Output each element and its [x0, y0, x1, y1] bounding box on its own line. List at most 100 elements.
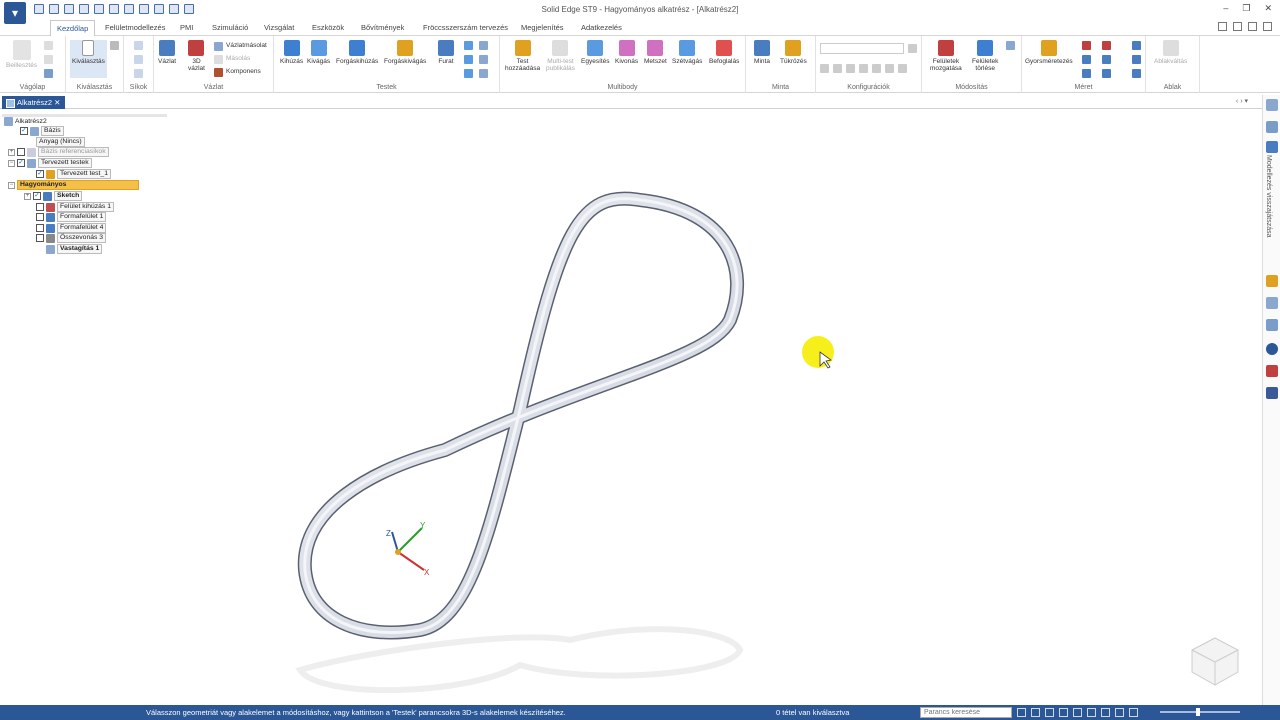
view-tool-icon[interactable] — [1101, 708, 1110, 717]
restore-icon[interactable]: ❐ — [1242, 3, 1250, 14]
config-tool-icon[interactable] — [820, 64, 829, 73]
tukrozes-button[interactable]: Tükrözés — [780, 40, 807, 65]
collapse-icon[interactable]: − — [8, 181, 15, 189]
tree-tervezett-1[interactable]: ✓ Tervezett test_1 — [36, 169, 111, 179]
round-icon[interactable] — [464, 41, 473, 50]
configuration-select[interactable] — [820, 43, 904, 54]
tab-megjelenites[interactable]: Megjelenítés — [521, 23, 564, 32]
visibility-checkbox[interactable]: ✓ — [17, 159, 25, 167]
coordinate-dimension-icon[interactable] — [1082, 69, 1091, 78]
select-filter-icon[interactable] — [110, 41, 119, 50]
tab-document[interactable]: Alkatrész2 ✕ — [2, 96, 66, 109]
vazlatmasolat-button[interactable]: Vázlatmásolat — [226, 42, 267, 49]
tree-bazis-ref[interactable]: + Bázis referenciasíkok — [8, 147, 109, 157]
visibility-checkbox[interactable] — [36, 213, 44, 221]
visibility-checkbox[interactable]: ✓ — [33, 192, 41, 200]
parallel-icon[interactable] — [1102, 55, 1111, 64]
variable-table-icon[interactable] — [1102, 69, 1111, 78]
view-tool-icon[interactable] — [1087, 708, 1096, 717]
tab-kezdolap[interactable]: Kezdőlap — [50, 20, 96, 37]
config-tool-icon[interactable] — [872, 64, 881, 73]
masolas-button[interactable]: Másolás — [226, 55, 250, 62]
dimension-icon[interactable] — [1082, 41, 1091, 50]
ablakvaltas-button[interactable]: Ablakváltás — [1154, 40, 1187, 65]
help-icon[interactable] — [1266, 343, 1278, 355]
view-cube[interactable] — [1191, 637, 1239, 686]
tools-icon[interactable] — [1266, 141, 1278, 153]
tab-adatkezeles[interactable]: Adatkezelés — [581, 23, 622, 32]
figure-eight-solid[interactable] — [297, 191, 744, 640]
rib-icon[interactable] — [479, 55, 488, 64]
copy-icon[interactable] — [44, 55, 53, 64]
vazlat-button[interactable]: Vázlat — [158, 40, 176, 65]
facebook-icon[interactable] — [1266, 387, 1278, 399]
tree-sketch[interactable]: + ✓ Sketch — [24, 191, 83, 201]
feluletek-torlese-button[interactable]: Felületek törlése — [972, 40, 998, 72]
config-tool-icon[interactable] — [859, 64, 868, 73]
kivagas-button[interactable]: Kivágás — [307, 40, 330, 65]
view-tool-icon[interactable] — [1017, 708, 1026, 717]
close-tab-icon[interactable]: ✕ — [54, 98, 60, 107]
tree-forma4[interactable]: Formafelület 4 — [36, 223, 107, 233]
minta-button[interactable]: Minta — [754, 40, 770, 65]
panel-icon[interactable] — [1248, 22, 1257, 31]
kivalasztas-button[interactable]: Kiválasztás — [70, 40, 107, 78]
minimize-icon[interactable]: – — [1223, 3, 1228, 14]
plane-angle-icon[interactable] — [134, 55, 143, 64]
layout-icon[interactable] — [1233, 22, 1242, 31]
forgaskivagas-button[interactable]: Forgáskivágás — [384, 40, 426, 65]
tree-hagyomanyos[interactable]: − Hagyományos — [8, 180, 139, 190]
visibility-checkbox[interactable] — [36, 203, 44, 211]
tab-bovitmenyek[interactable]: Bővítmények — [361, 23, 404, 32]
test-hozzaadasa-button[interactable]: Test hozzáadása — [505, 40, 540, 72]
tree-bazis[interactable]: ✓ Bázis — [20, 126, 64, 136]
command-search-input[interactable] — [920, 707, 1012, 718]
befoglalas-button[interactable]: Befoglalás — [709, 40, 739, 65]
egyesites-button[interactable]: Egyesítés — [581, 40, 610, 65]
config-tool-icon[interactable] — [846, 64, 855, 73]
tab-vizsgalat[interactable]: Vizsgálat — [264, 23, 294, 32]
metszet-button[interactable]: Metszet — [644, 40, 667, 65]
zoom-slider[interactable] — [1160, 711, 1240, 713]
zoom-slider-thumb[interactable] — [1196, 708, 1200, 716]
tab-froccs[interactable]: Fröccsszerszám tervezés — [423, 23, 508, 32]
modeling-playback-label[interactable]: Modellezés visszajátszása — [1265, 155, 1272, 237]
komponens-button[interactable]: Komponens — [226, 68, 261, 75]
properties-icon[interactable] — [1266, 319, 1278, 331]
annotation-icon[interactable] — [1132, 41, 1141, 50]
plane-icon[interactable] — [134, 41, 143, 50]
kivonas-button[interactable]: Kivonás — [615, 40, 638, 65]
tree-vastagitas[interactable]: Vastagítás 1 — [46, 244, 103, 254]
pattern-small-icon[interactable] — [479, 41, 488, 50]
beillesztes-button[interactable]: Beillesztés — [6, 40, 37, 69]
visibility-checkbox[interactable]: ✓ — [36, 170, 44, 178]
forgaskihuzas-button[interactable]: Forgáskihúzás — [336, 40, 378, 65]
furat-button[interactable]: Furat — [438, 40, 454, 65]
visibility-checkbox[interactable] — [36, 224, 44, 232]
visibility-checkbox[interactable] — [36, 234, 44, 242]
feluletek-mozgatasa-button[interactable]: Felületek mozgatása — [930, 40, 962, 72]
tab-feluletmodellezes[interactable]: Felületmodellezés — [105, 23, 165, 32]
view-tool-icon[interactable] — [1073, 708, 1082, 717]
panel-icon[interactable] — [1266, 99, 1278, 111]
relation-icon[interactable] — [1102, 41, 1111, 50]
view-tool-icon[interactable] — [1129, 708, 1138, 717]
close-icon[interactable]: ✕ — [1264, 3, 1272, 14]
view-tool-icon[interactable] — [1045, 708, 1054, 717]
visibility-checkbox[interactable] — [17, 148, 25, 156]
expand-icon[interactable]: + — [24, 192, 31, 200]
thin-wall-icon[interactable] — [479, 69, 488, 78]
tree-root[interactable]: Alkatrész2 — [4, 116, 47, 126]
tree-anyag[interactable]: Anyag (Nincs) — [36, 137, 85, 147]
cut-icon[interactable] — [44, 41, 53, 50]
tree-osszevonas[interactable]: Összevonás 3 — [36, 233, 107, 243]
vazlat3d-button[interactable]: 3D vázlat — [188, 40, 205, 72]
tree-forma1[interactable]: Formafelület 1 — [36, 212, 107, 222]
format-painter-icon[interactable] — [44, 69, 53, 78]
text-icon[interactable] — [1132, 55, 1141, 64]
text-size-icon[interactable] — [1132, 69, 1141, 78]
angle-dimension-icon[interactable] — [1082, 55, 1091, 64]
config-save-icon[interactable] — [908, 44, 917, 53]
kihuzas-button[interactable]: Kihúzás — [280, 40, 303, 65]
szetvagas-button[interactable]: Szétvágás — [672, 40, 702, 65]
